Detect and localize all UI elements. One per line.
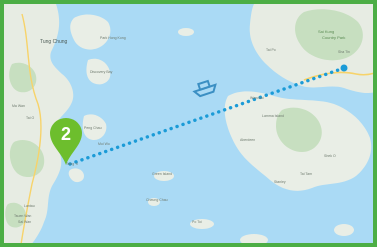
route-stop-number: 2 [61,124,71,144]
place-label: Country Park [322,35,346,40]
place-label: Sai Wan [18,220,32,224]
place-label: Ma Wan [12,104,25,108]
place-label: Lamma Island [262,114,284,118]
island-n-1 [178,28,194,36]
place-label: Lantau [24,204,35,208]
place-label: Mui Wo [98,142,110,146]
place-label: Po Toi [192,220,202,224]
map-frame[interactable]: 2 Tung Chung Park Hong Kong Sai Kung Cou… [0,0,377,247]
place-label: Tsing Yi [66,162,79,166]
place-label: Aberdeen [240,138,256,142]
place-label: Tai Po [266,48,276,52]
place-label: Sai Kung [318,29,335,34]
place-label: Cheung Chau [146,198,168,202]
island-s-5 [334,224,354,236]
island-s-4 [240,234,268,243]
place-label: Tsuen Wan [14,214,32,218]
place-label: Shek O [324,154,336,158]
place-label: Green Island [152,172,173,176]
place-label: Tung Chung [40,39,68,45]
place-label: Park Hong Kong [100,36,126,40]
place-label: Peng Chau [84,126,102,130]
place-label: Sha Tin [338,50,350,54]
place-label: Stanley [274,180,286,184]
place-label: Wanchai [250,96,264,100]
place-label: Discovery Bay [90,70,113,74]
place-label: Tai O [26,116,35,120]
route-end-dot [340,64,348,72]
place-label: Tai Tam [300,172,312,176]
